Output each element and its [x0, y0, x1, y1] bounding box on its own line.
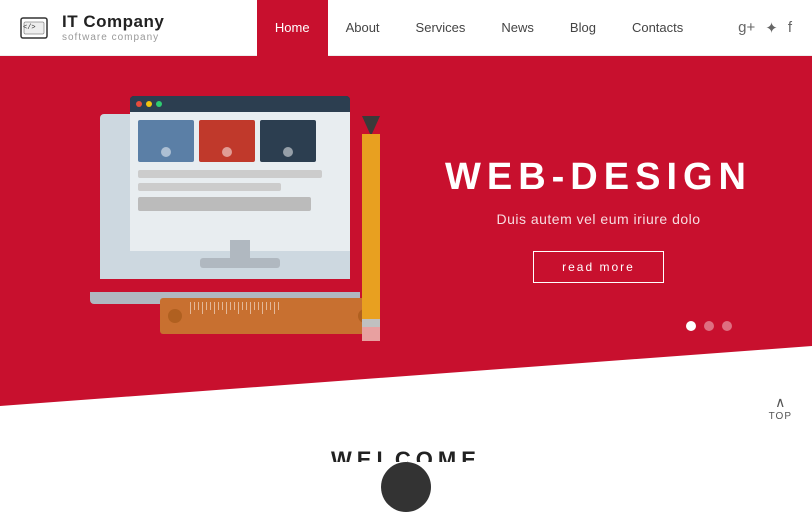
bottom-circle-icon	[381, 462, 431, 512]
header: </> IT Company software company Home Abo…	[0, 0, 812, 56]
ruler	[160, 298, 380, 334]
monitor-stand-neck	[230, 240, 250, 258]
nav-item-news[interactable]: News	[483, 0, 552, 56]
monitor-line2	[138, 183, 281, 191]
nav-item-blog[interactable]: Blog	[552, 0, 614, 56]
social-icons: g+ ✦ f	[738, 19, 792, 37]
hero-subtext: Duis autem vel eum iriure dolo	[445, 211, 752, 227]
hero-text: WEB-DESIGN Duis autem vel eum iriure dol…	[445, 156, 752, 283]
tile-blue	[138, 120, 194, 162]
hero-section: WEB-DESIGN Duis autem vel eum iriure dol…	[0, 56, 812, 426]
main-nav: Home About Services News Blog Contacts	[220, 0, 738, 56]
hero-dots	[686, 321, 732, 331]
logo-icon: </>	[20, 14, 52, 42]
tile-red	[199, 120, 255, 162]
twitter-icon[interactable]: ✦	[765, 19, 778, 37]
dot-red	[136, 101, 142, 107]
monitor-stand-base	[200, 258, 280, 268]
pencil-eraser-band	[362, 319, 380, 327]
nav-item-about[interactable]: About	[328, 0, 398, 56]
monitor-tiles	[138, 120, 342, 162]
monitor-screen	[130, 96, 350, 251]
monitor	[120, 96, 360, 276]
hero-read-more-button[interactable]: read more	[533, 251, 664, 283]
dot-yellow	[146, 101, 152, 107]
ruler-ticks	[190, 302, 350, 314]
logo: </> IT Company software company	[20, 12, 220, 43]
pencil-tip	[362, 116, 380, 136]
hero-dot-2[interactable]	[704, 321, 714, 331]
nav-item-services[interactable]: Services	[398, 0, 484, 56]
pencil-eraser	[362, 327, 380, 341]
logo-text: IT Company software company	[62, 12, 164, 43]
hero-heading: WEB-DESIGN	[445, 156, 752, 199]
monitor-line3	[138, 197, 311, 211]
top-arrow-icon: ∧	[775, 395, 785, 409]
dot-green	[156, 101, 162, 107]
google-plus-icon[interactable]: g+	[738, 19, 755, 36]
nav-item-contacts[interactable]: Contacts	[614, 0, 701, 56]
hero-dot-1[interactable]	[686, 321, 696, 331]
top-label: TOP	[769, 411, 792, 422]
logo-subtitle: software company	[62, 32, 164, 43]
tile-dark	[260, 120, 316, 162]
nav-item-home[interactable]: Home	[257, 0, 328, 56]
hero-illustration	[80, 86, 410, 416]
top-button[interactable]: ∧ TOP	[769, 395, 792, 422]
monitor-line1	[138, 170, 322, 178]
hero-dot-3[interactable]	[722, 321, 732, 331]
svg-text:</>: </>	[23, 24, 36, 32]
ruler-circle-left	[168, 309, 182, 323]
pencil-body	[362, 134, 380, 319]
logo-title: IT Company	[62, 12, 164, 32]
bottom-icons	[0, 462, 812, 502]
facebook-icon[interactable]: f	[788, 19, 792, 36]
pencil	[362, 116, 380, 336]
